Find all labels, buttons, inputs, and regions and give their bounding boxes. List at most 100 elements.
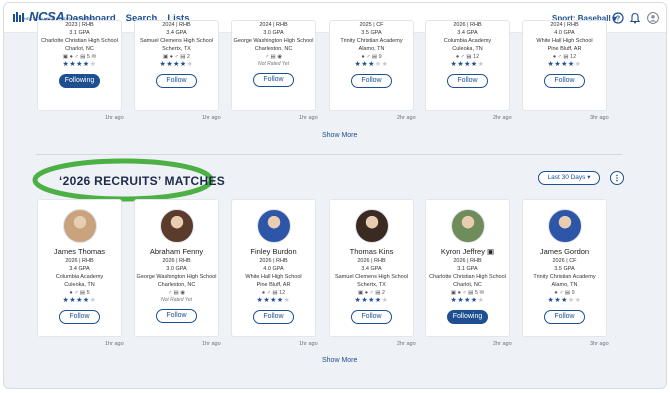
location: Culeoka, TN <box>452 46 483 52</box>
follow-button[interactable]: Follow <box>156 74 197 88</box>
star-rating: ★★★★★ <box>38 61 121 69</box>
timestamp: 1hr ago <box>202 115 221 121</box>
class-position: 2026 | CF <box>552 258 577 264</box>
profile-status-icons: ▣ ● ♂ ▤ 2 <box>357 290 385 296</box>
star-icon: ★ <box>179 61 187 68</box>
follow-button[interactable]: Follow <box>447 74 488 88</box>
athlete-name[interactable]: James Gordon <box>523 247 606 257</box>
follow-button[interactable]: Follow <box>544 74 585 88</box>
follow-button[interactable]: Follow <box>59 310 100 324</box>
athlete-name[interactable]: Thomas Kins <box>330 247 413 257</box>
star-rating: ★★★★★ <box>426 61 509 69</box>
gpa: 3.0 GPA <box>263 30 284 36</box>
not-rated-label: Not Rated Yet <box>160 297 193 303</box>
following-button[interactable]: Following <box>447 310 488 324</box>
gpa: 4.0 GPA <box>263 266 284 272</box>
location: Pine Bluff, AR <box>256 282 291 288</box>
timestamp: 1hr ago <box>105 341 124 347</box>
school-name: Charlotte Christian High School <box>429 274 506 280</box>
star-icon: ★ <box>574 61 582 68</box>
star-icon: ★ <box>374 297 382 304</box>
school-name: George Washington High School <box>136 274 217 280</box>
gpa: 3.4 GPA <box>166 30 187 36</box>
timestamp: 1hr ago <box>202 341 221 347</box>
gpa: 3.1 GPA <box>457 266 478 272</box>
star-icon: ★ <box>477 297 485 304</box>
gpa: 3.4 GPA <box>457 30 478 36</box>
location: Alamo, TN <box>358 46 385 52</box>
follow-button[interactable]: Follow <box>253 73 294 87</box>
star-icon: ★ <box>567 61 575 68</box>
athlete-card[interactable]: Kyron Jeffrey ▣ 2026 | RHB 3.1 GPA Charlott… <box>425 199 510 337</box>
class-position: 2024 | RHB <box>162 22 191 28</box>
user-avatar-icon[interactable] <box>647 12 659 24</box>
athlete-card[interactable]: 2024 | RHB 3.0 GPA George Washington High … <box>231 20 316 111</box>
star-rating: ★★★★★ <box>232 297 315 305</box>
athlete-name[interactable]: Kyron Jeffrey ▣ <box>426 247 509 257</box>
star-icon: ★ <box>381 297 389 304</box>
athlete-card[interactable]: James Thomas 2026 | RHB 3.4 GPA Columbia Ac… <box>37 199 122 337</box>
follow-button[interactable]: Follow <box>351 310 392 324</box>
star-icon: ★ <box>464 297 471 304</box>
show-more-top-link[interactable]: Show More <box>322 132 357 139</box>
athlete-card[interactable]: 2023 | RHB 3.1 GPA Charlotte Christian Hig… <box>37 20 122 111</box>
location: Schertx, TX <box>162 46 191 52</box>
following-button[interactable]: Following <box>59 74 100 88</box>
athlete-card[interactable]: 2024 | RHB 3.4 GPA Samuel Clemens High Sch… <box>134 20 219 111</box>
timestamp: 1hr ago <box>299 341 318 347</box>
school-name: George Washington High School <box>233 38 314 44</box>
athlete-name[interactable]: Abraham Fenny <box>135 247 218 257</box>
athlete-card[interactable]: Thomas Kins 2026 | RHB 3.4 GPA Samuel Cleme… <box>329 199 414 337</box>
gpa: 4.0 GPA <box>554 30 575 36</box>
athlete-name[interactable]: Finley Burdon <box>232 247 315 257</box>
athlete-card[interactable]: 2025 | CF 3.5 GPA Trinity Christian Academ… <box>329 20 414 111</box>
follow-button[interactable]: Follow <box>544 310 585 324</box>
location: Charlot, NC <box>65 46 94 52</box>
star-icon: ★ <box>470 61 478 68</box>
timestamp: 3hr ago <box>590 115 609 121</box>
class-position: 2025 | CF <box>359 22 384 28</box>
athlete-name[interactable]: James Thomas <box>38 247 121 257</box>
gpa: 3.5 GPA <box>554 266 575 272</box>
notifications-bell-icon[interactable] <box>629 12 641 24</box>
athlete-card[interactable]: 2026 | RHB 3.4 GPA Columbia Academy Culeoka… <box>425 20 510 111</box>
school-name: Samuel Clemens High School <box>139 38 214 44</box>
star-icon: ★ <box>477 61 485 68</box>
star-rating: ★★★★★ <box>426 297 509 305</box>
location: Culeoka, TN <box>64 282 95 288</box>
date-range-dropdown[interactable]: Last 30 Days ▾ <box>538 171 600 185</box>
show-more-bottom-link[interactable]: Show More <box>322 357 357 364</box>
follow-button[interactable]: Follow <box>351 74 392 88</box>
athlete-card[interactable]: 2024 | RHB 4.0 GPA White Hall High School P… <box>522 20 607 111</box>
gpa: 3.1 GPA <box>69 30 90 36</box>
follow-button[interactable]: Follow <box>156 309 197 323</box>
profile-status-icons: ▣ ● ♂ ▤ 5 ✉ <box>450 290 485 296</box>
class-position: 2024 | RHB <box>259 22 288 28</box>
star-icon: ★ <box>270 297 277 304</box>
timestamp: 1hr ago <box>105 115 124 121</box>
timestamp: 2hr ago <box>397 341 416 347</box>
profile-status-icons: ▣ ● ♂ ▤ 5 ✉ <box>62 54 97 60</box>
follow-button[interactable]: Follow <box>253 310 294 324</box>
star-icon: ★ <box>561 297 568 304</box>
help-icon[interactable]: ? <box>612 12 624 24</box>
star-icon: ★ <box>464 61 471 68</box>
more-options-icon[interactable] <box>610 171 624 185</box>
location: Schertx, TX <box>357 282 386 288</box>
main-content: ‘2026 RECRUITS’ MATCHES Last 30 Days ▾ S… <box>4 20 666 388</box>
class-position: 2026 | RHB <box>162 258 191 264</box>
athlete-card[interactable]: James Gordon 2026 | CF 3.5 GPA Trinity Chri… <box>522 199 607 337</box>
location: Charlot, NC <box>453 282 482 288</box>
class-position: 2026 | RHB <box>357 258 386 264</box>
gpa: 3.0 GPA <box>166 266 187 272</box>
athlete-card[interactable]: Finley Burdon 2026 | RHB 4.0 GPA White Hall… <box>231 199 316 337</box>
class-position: 2026 | RHB <box>65 258 94 264</box>
class-position: 2024 | RHB <box>550 22 579 28</box>
athlete-card[interactable]: Abraham Fenny 2026 | RHB 3.0 GPA George Was… <box>134 199 219 337</box>
school-name: Trinity Christian Academy <box>340 38 403 44</box>
star-icon: ★ <box>276 297 284 304</box>
star-icon: ★ <box>561 61 568 68</box>
star-icon: ★ <box>470 297 478 304</box>
star-icon: ★ <box>76 297 83 304</box>
star-icon: ★ <box>173 61 180 68</box>
